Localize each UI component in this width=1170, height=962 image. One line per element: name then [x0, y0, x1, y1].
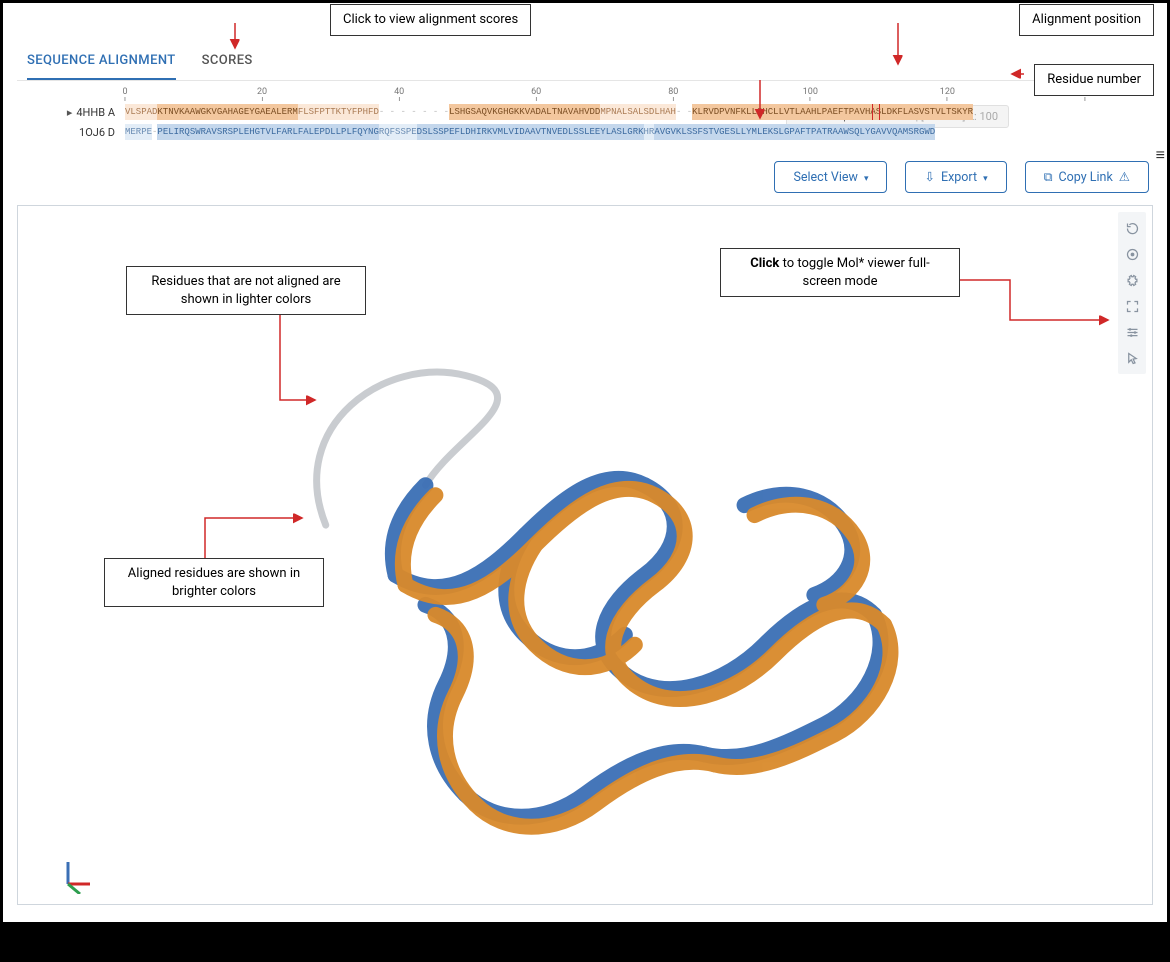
tab-scores[interactable]: SCORES [202, 43, 253, 80]
warning-icon: ⚠ [1119, 169, 1130, 185]
copy-link-button[interactable]: ⧉ Copy Link ⚠ [1025, 161, 1149, 193]
export-button[interactable]: ⇩ Export [905, 161, 1006, 193]
ruler-tick: 100 [803, 87, 818, 101]
controls-icon[interactable] [1120, 320, 1144, 344]
ruler-tick: 20 [257, 87, 267, 101]
sequence-segment: MERPE [125, 124, 152, 140]
sequence-label: 4HHB A [17, 106, 125, 119]
sequence-row[interactable]: 1OJ6 DMERPE-PELIRQSWRAVSRSPLEHGTVLFARLFA… [17, 123, 1153, 141]
ruler-tick: 60 [531, 87, 541, 101]
export-label: Export [941, 170, 977, 185]
callout-aligned: Aligned residues are shown in brighter c… [104, 558, 324, 607]
sequence-segment: RQFSSPE [379, 124, 417, 140]
ruler-tick: 80 [668, 87, 678, 101]
alignment-panel: 020406080100120140 4HHB AVLSPADKTNVKAAWG… [17, 87, 1153, 141]
ruler-tick: 0 [122, 87, 127, 101]
actions-row: Select View ⇩ Export ⧉ Copy Link ⚠ [17, 161, 1153, 193]
sequence-segment: MPNALSALSDLHAH [600, 104, 676, 120]
sequence-bar[interactable]: VLSPADKTNVKAAWGKVGAHAGEYGAEALERMFLSFPTTK… [125, 104, 1153, 120]
alignment-ruler: 020406080100120140 [125, 87, 1153, 103]
ruler-tick: 120 [940, 87, 955, 101]
axis-gizmo [58, 854, 98, 894]
copy-icon: ⧉ [1044, 170, 1053, 185]
sequence-segment: LSHGSAQVKGHGKKVADALTNAVAHVDD [449, 104, 600, 120]
callout-residue-number: Residue number [1034, 64, 1154, 96]
sequence-row[interactable]: 4HHB AVLSPADKTNVKAAWGKVGAHAGEYGAEALERMFL… [17, 103, 1153, 121]
callout-fullscreen: Click to toggle Mol* viewer full-screen … [720, 248, 960, 297]
sequence-segment: FLSFPTTKTYFPHFD [298, 104, 379, 120]
sequence-bar[interactable]: MERPE-PELIRQSWRAVSRSPLEHGTVLFARLFALEPDLL… [125, 124, 1153, 140]
select-icon[interactable] [1120, 346, 1144, 370]
sequence-segment: DSLSSPEFLDHIRKVMLVIDAAVTNVEDLSSLEEYLASLG… [417, 124, 644, 140]
download-icon: ⇩ [924, 169, 934, 185]
ruler-tick: 40 [394, 87, 404, 101]
chevron-down-icon [983, 170, 988, 185]
viewer-toolbar [1118, 212, 1146, 374]
callout-not-aligned: Residues that are not aligned are shown … [126, 266, 366, 315]
fullscreen-icon[interactable] [1120, 294, 1144, 318]
callout-scores-tip: Click to view alignment scores [330, 4, 531, 36]
sequence-segment: HR [644, 124, 655, 140]
sequence-segment: - - - - - - - [379, 104, 449, 120]
sequence-label: 1OJ6 D [17, 126, 125, 139]
sequence-segment: AVGVKLSSFSTVGESLLYMLEKSLGPAFTPATRAAWSQLY… [654, 124, 935, 140]
copy-link-label: Copy Link [1059, 170, 1113, 185]
sequence-segment: LSHCLLVTLAAHLPAEFTPAVHASLDKFLASVSTVLTSKY… [752, 104, 973, 120]
callout-alignment-position: Alignment position [1019, 4, 1154, 36]
settings-icon[interactable] [1120, 268, 1144, 292]
residue-highlight [872, 104, 880, 120]
sequence-segment: PELIRQSWRAVSRSPLEHGTVLFARLFALEPDLLPLFQYN… [157, 124, 378, 140]
screenshot-icon[interactable] [1120, 242, 1144, 266]
tabs: SEQUENCE ALIGNMENT SCORES [17, 43, 1153, 81]
tab-sequence-alignment[interactable]: SEQUENCE ALIGNMENT [27, 43, 176, 80]
select-view-button[interactable]: Select View [774, 161, 887, 193]
reset-icon[interactable] [1120, 216, 1144, 240]
chevron-down-icon [864, 170, 869, 185]
sequence-segment: - - [676, 104, 692, 120]
sequence-segment: VLSPAD [125, 104, 157, 120]
alignment-menu-icon[interactable]: ≡ [1156, 145, 1165, 165]
sequence-segment: KLRVDPVNFK [692, 104, 746, 120]
sequence-segment: KTNVKAAWGKVGAHAGEYGAEALERM [157, 104, 297, 120]
select-view-label: Select View [793, 170, 857, 185]
